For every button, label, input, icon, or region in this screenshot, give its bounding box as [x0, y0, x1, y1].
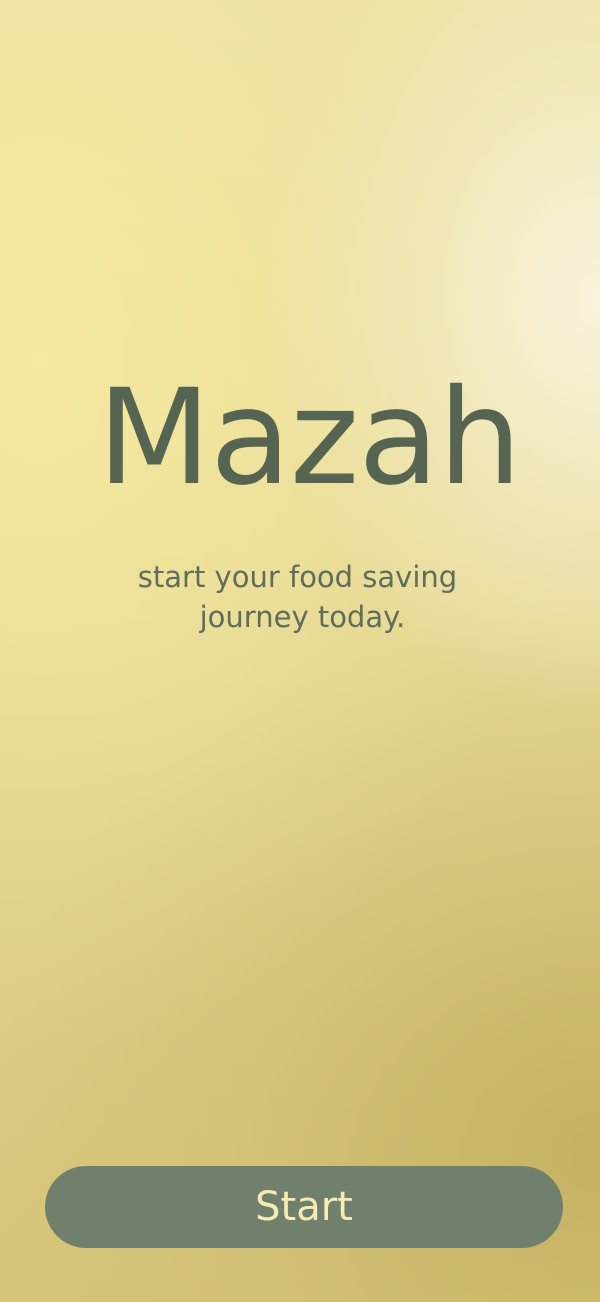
tagline-line-1: start your food saving	[137, 560, 458, 594]
tagline: start your food saving journey today.	[0, 557, 600, 637]
start-button[interactable]: Start	[45, 1166, 563, 1248]
app-title: Mazah	[97, 361, 522, 515]
start-button-label: Start	[255, 1184, 353, 1230]
tagline-line-2: journey today.	[199, 600, 406, 634]
welcome-screen: Mazah start your food saving journey tod…	[0, 0, 600, 1302]
